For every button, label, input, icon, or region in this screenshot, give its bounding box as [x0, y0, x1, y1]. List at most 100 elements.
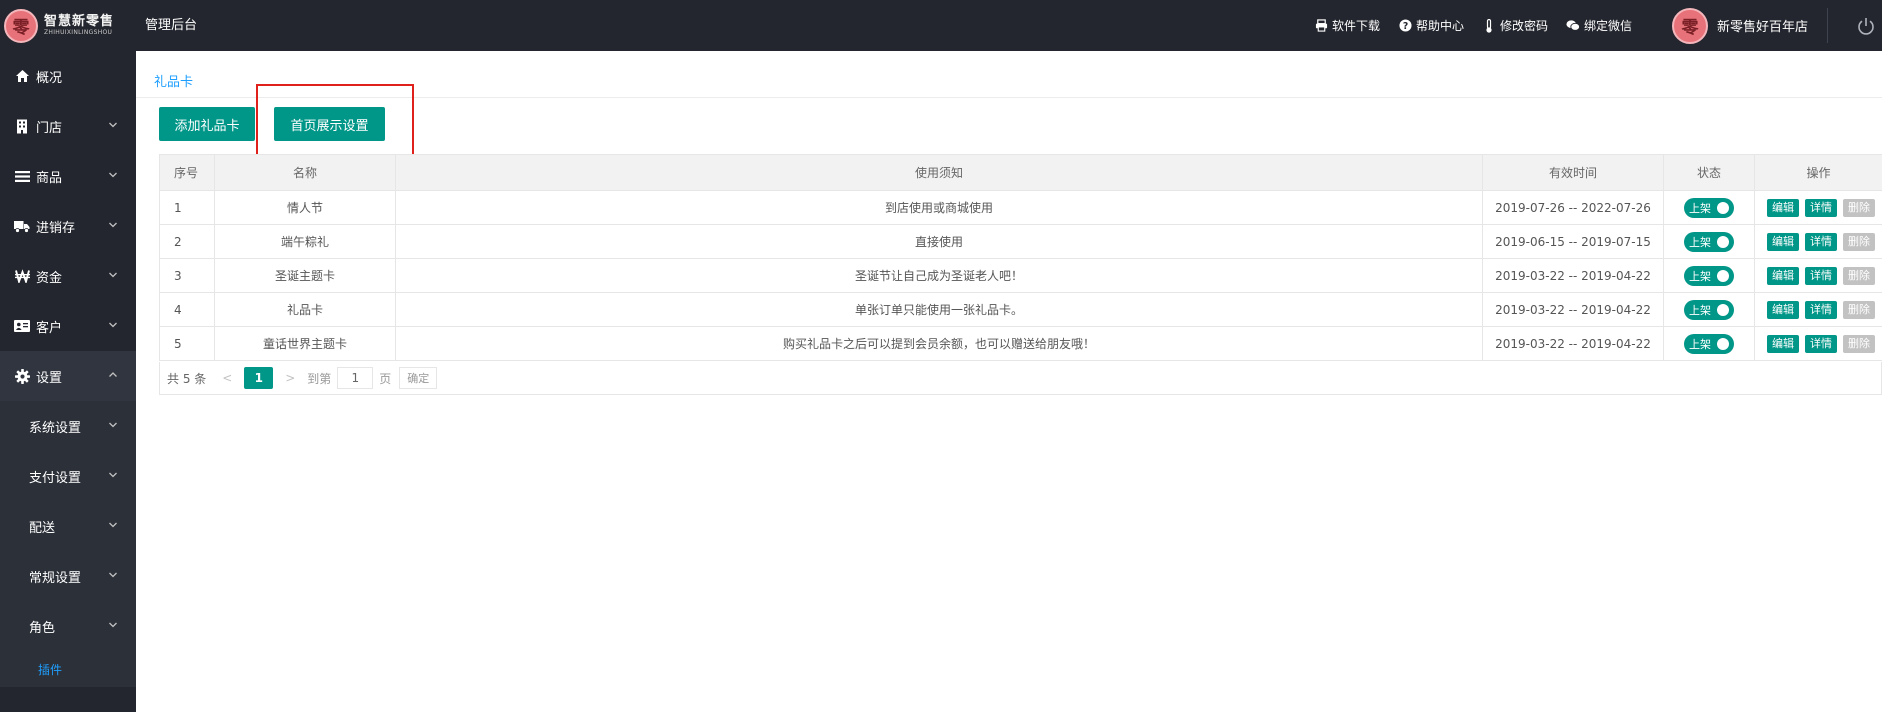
row-number: 2 — [159, 224, 215, 259]
sidebar-item-finance[interactable]: 资金 — [0, 251, 136, 301]
sidebar-item-label: 商品 — [36, 170, 63, 186]
card-validity: 2019-06-15 -- 2019-07-15 — [1482, 224, 1664, 259]
user-menu[interactable]: 零 新零售好百年店 — [1672, 0, 1808, 51]
bind-wechat-link[interactable]: 绑定微信 — [1566, 17, 1632, 34]
gift-card-table: 序号 名称 使用须知 有效时间 状态 操作 1 情人节 到店使用或商城使用 20… — [159, 154, 1882, 361]
status-toggle[interactable]: 上架 — [1684, 197, 1734, 218]
prev-page-button[interactable]: < — [216, 371, 238, 385]
detail-button[interactable]: 详情 — [1805, 198, 1837, 217]
chevron-down-icon — [109, 322, 117, 328]
delete-button[interactable]: 删除 — [1843, 198, 1875, 217]
detail-button[interactable]: 详情 — [1805, 232, 1837, 251]
question-icon: ? — [1398, 19, 1412, 33]
sidebar-item-inventory[interactable]: 进销存 — [0, 201, 136, 251]
table-row: 3 圣诞主题卡 圣诞节让自己成为圣诞老人吧！ 2019-03-22 -- 201… — [159, 258, 1882, 293]
sidebar-item-label: 资金 — [36, 270, 63, 286]
edit-button[interactable]: 编辑 — [1767, 300, 1799, 319]
gear-icon — [14, 368, 30, 384]
total-count: 共 5 条 — [167, 371, 207, 386]
toggle-knob — [1717, 269, 1729, 282]
chevron-down-icon — [109, 172, 117, 178]
sidebar-item-stores[interactable]: 门店 — [0, 101, 136, 151]
divider — [1827, 8, 1828, 43]
column-header: 名称 — [214, 154, 396, 191]
card-name: 童话世界主题卡 — [214, 326, 396, 361]
add-gift-card-button[interactable]: 添加礼品卡 — [159, 107, 255, 141]
sidebar-subitem-payment-settings[interactable]: 支付设置 — [0, 451, 136, 501]
settings-submenu: 系统设置 支付设置 配送 常规设置 角色 插件 — [0, 401, 136, 687]
card-notice: 圣诞节让自己成为圣诞老人吧！ — [395, 258, 1483, 293]
edit-button[interactable]: 编辑 — [1767, 266, 1799, 285]
status-toggle[interactable]: 上架 — [1684, 333, 1734, 354]
sidebar-subitem-general-settings[interactable]: 常规设置 — [0, 551, 136, 601]
sidebar-subitem-delivery[interactable]: 配送 — [0, 501, 136, 551]
table-row: 2 端午粽礼 直接使用 2019-06-15 -- 2019-07-15 上架 … — [159, 224, 1882, 259]
sidebar-item-label: 门店 — [36, 120, 63, 136]
detail-button[interactable]: 详情 — [1805, 266, 1837, 285]
user-name: 新零售好百年店 — [1717, 20, 1809, 35]
delete-button[interactable]: 删除 — [1843, 232, 1875, 251]
current-page[interactable]: 1 — [244, 367, 274, 389]
svg-text:?: ? — [1402, 21, 1407, 32]
toggle-knob — [1717, 303, 1729, 316]
help-center-link[interactable]: ? 帮助中心 — [1398, 17, 1464, 34]
delete-button[interactable]: 删除 — [1843, 300, 1875, 319]
sidebar-subitem-label: 角色 — [29, 620, 56, 636]
column-header: 使用须知 — [395, 154, 1483, 191]
main-content: 礼品卡 添加礼品卡 首页展示设置 序号 名称 使用须知 有效时间 状态 操作 1… — [136, 51, 1882, 712]
thermometer-icon — [1482, 18, 1496, 33]
software-download-link[interactable]: 软件下载 — [1314, 17, 1380, 34]
delete-button[interactable]: 删除 — [1843, 266, 1875, 285]
delete-button[interactable]: 删除 — [1843, 334, 1875, 353]
sidebar-subitem-label: 支付设置 — [29, 470, 82, 486]
change-password-link[interactable]: 修改密码 — [1482, 17, 1548, 34]
status-label: 上架 — [1689, 235, 1711, 249]
sidebar-item-products[interactable]: 商品 — [0, 151, 136, 201]
change-password-label: 修改密码 — [1500, 19, 1549, 33]
status-toggle[interactable]: 上架 — [1684, 265, 1734, 286]
table-header-row: 序号 名称 使用须知 有效时间 状态 操作 — [159, 154, 1882, 191]
status-toggle[interactable]: 上架 — [1684, 299, 1734, 320]
sidebar-subitem-plugins[interactable]: 插件 — [0, 651, 136, 687]
chevron-down-icon — [109, 472, 117, 478]
sidebar-item-overview[interactable]: 概况 — [0, 51, 136, 101]
page-number-input[interactable] — [337, 367, 374, 389]
edit-button[interactable]: 编辑 — [1767, 198, 1799, 217]
status-toggle[interactable]: 上架 — [1684, 231, 1734, 252]
printer-icon — [1314, 19, 1328, 33]
bind-wechat-label: 绑定微信 — [1584, 19, 1633, 33]
pagination: 共 5 条 < 1 > 到第 页 确定 — [159, 362, 1882, 395]
divider — [136, 97, 1882, 98]
detail-button[interactable]: 详情 — [1805, 334, 1837, 353]
breadcrumb[interactable]: 礼品卡 — [154, 71, 193, 90]
edit-button[interactable]: 编辑 — [1767, 334, 1799, 353]
sidebar-subitem-label: 插件 — [38, 662, 63, 677]
table-row: 1 情人节 到店使用或商城使用 2019-07-26 -- 2022-07-26… — [159, 190, 1882, 225]
sidebar: 概况 门店 商品 进销存 资金 客户 设置 系统设置 支付设置 配送 常规设置 … — [0, 51, 136, 712]
sidebar-subitem-label: 常规设置 — [29, 570, 82, 586]
column-header: 状态 — [1663, 154, 1755, 191]
card-notice: 到店使用或商城使用 — [395, 190, 1483, 225]
logo[interactable]: 零 智慧新零售 ZHIHUIXINLINGSHOU — [0, 0, 136, 51]
avatar: 零 — [1672, 7, 1708, 44]
confirm-page-button[interactable]: 确定 — [399, 367, 438, 389]
sidebar-subitem-roles[interactable]: 角色 — [0, 601, 136, 651]
power-icon[interactable] — [1856, 16, 1876, 36]
detail-button[interactable]: 详情 — [1805, 300, 1837, 319]
card-validity: 2019-07-26 -- 2022-07-26 — [1482, 190, 1664, 225]
admin-title: 管理后台 — [145, 18, 198, 33]
chevron-down-icon — [109, 572, 117, 578]
building-icon — [14, 118, 30, 134]
edit-button[interactable]: 编辑 — [1767, 232, 1799, 251]
chevron-down-icon — [109, 272, 117, 278]
home-display-settings-button[interactable]: 首页展示设置 — [274, 107, 385, 141]
sidebar-item-customers[interactable]: 客户 — [0, 301, 136, 351]
sidebar-item-label: 概况 — [36, 70, 63, 86]
chevron-down-icon — [109, 622, 117, 628]
sidebar-subitem-system-settings[interactable]: 系统设置 — [0, 401, 136, 451]
next-page-button[interactable]: > — [279, 371, 301, 385]
chevron-down-icon — [109, 222, 117, 228]
top-links: 软件下载 ? 帮助中心 修改密码 绑定微信 — [1314, 0, 1650, 51]
sidebar-item-settings[interactable]: 设置 — [0, 351, 136, 401]
row-number: 1 — [159, 190, 215, 225]
